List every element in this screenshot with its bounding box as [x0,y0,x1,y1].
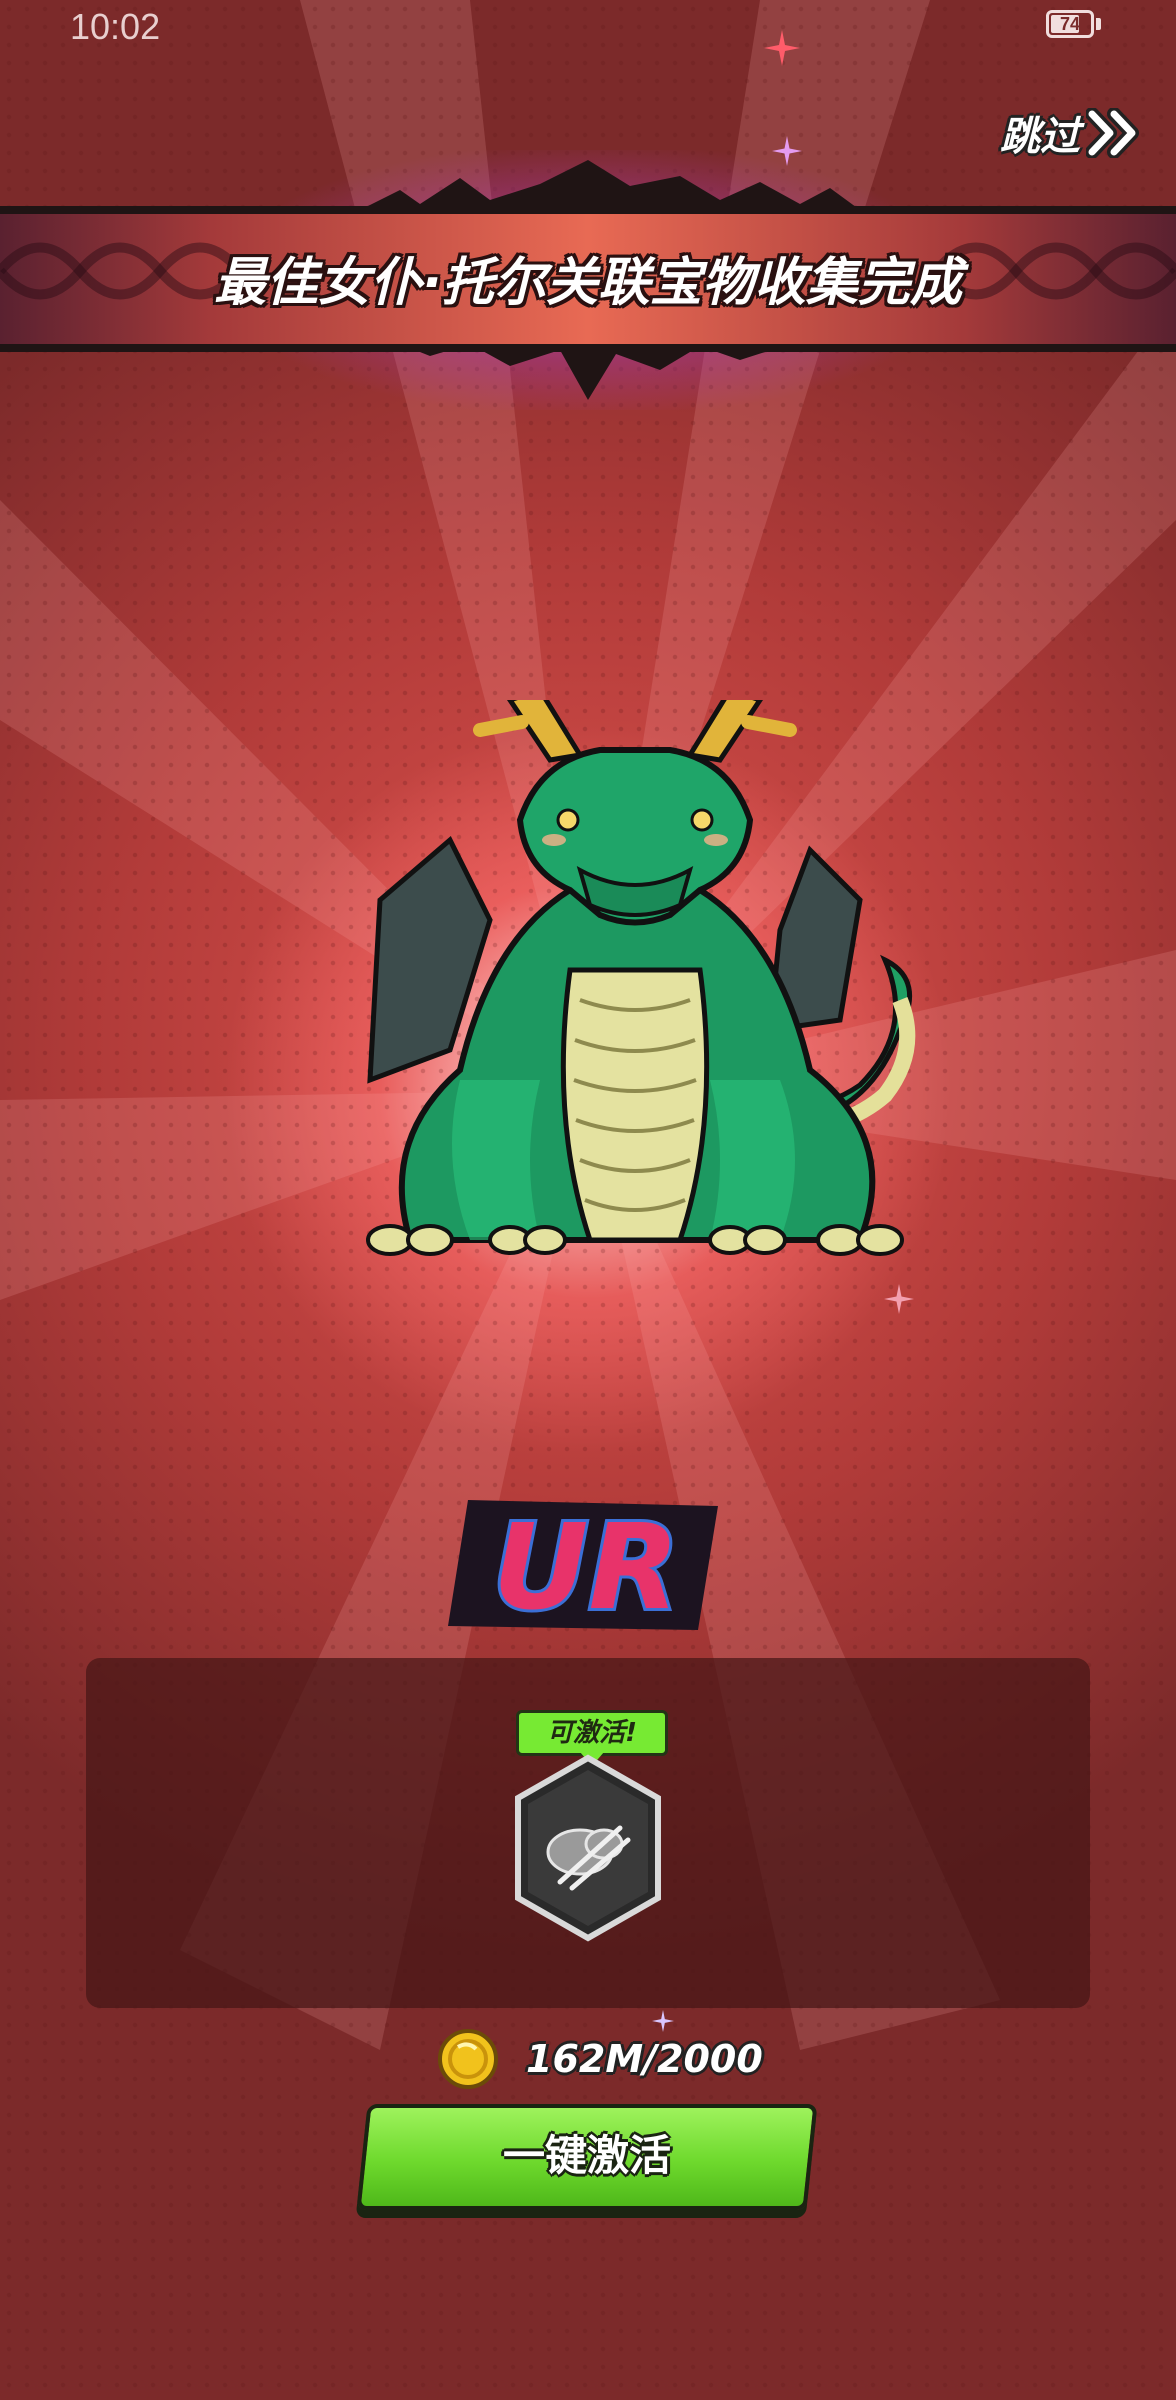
battery-percent: 74 [1059,14,1081,34]
rarity-badge: UR [448,1495,718,1639]
skip-button[interactable]: 跳过 [1000,104,1142,162]
gold-coin-icon [438,2029,498,2089]
double-chevron-right-icon [1086,108,1139,158]
green-dragon-character [366,700,916,1256]
cost-value: 162M/2000 [526,2037,763,2081]
status-time: 10:02 [70,6,161,47]
cost-display: 162M/2000 [436,2024,763,2094]
banner-title: 最佳女仆·托尔关联宝物收集完成 [214,253,962,313]
one-click-activate-button[interactable]: 一键激活 [356,2104,818,2210]
skip-label: 跳过 [1000,114,1080,160]
treasure-item-icon[interactable] [510,1752,666,1942]
battery-tip [1096,18,1101,30]
battery-icon: 74 [1046,10,1094,38]
sparkle-icon [884,1284,914,1314]
activate-button-label: 一键激活 [502,2131,671,2180]
sparkle-icon [764,30,800,66]
activatable-tag: 可激活! [516,1710,668,1756]
title-banner: 最佳女仆·托尔关联宝物收集完成 [0,150,1176,410]
rarity-label: UR [493,1498,680,1636]
screen: 10:02 74 跳过 最佳女仆·托尔关联宝物收集完成 UR 可激活! 162M… [0,0,1176,2400]
